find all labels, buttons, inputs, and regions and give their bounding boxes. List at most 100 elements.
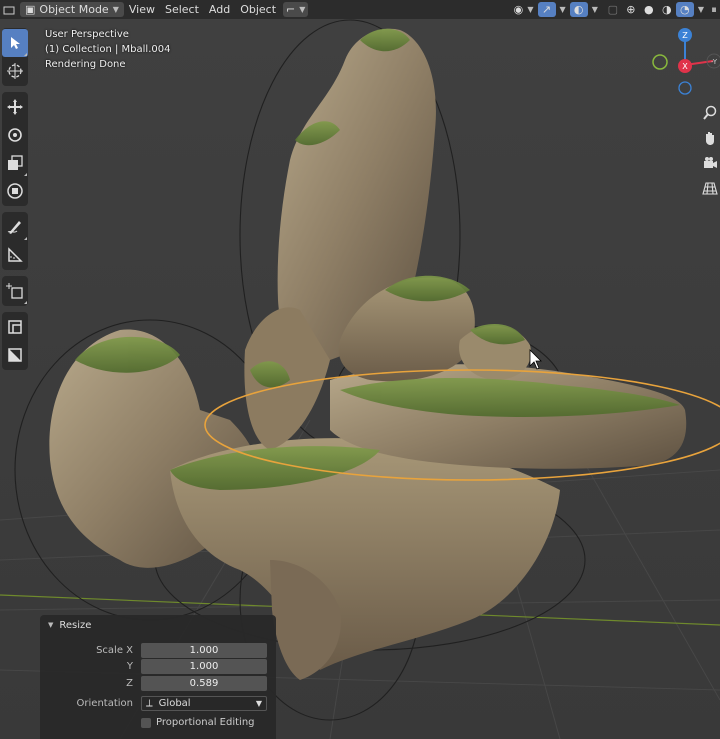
orientation-select[interactable]: ⟂ Global ▼ [141, 696, 267, 711]
menu-view[interactable]: View [124, 2, 160, 17]
orientation-label: Orientation [76, 698, 133, 709]
menu-select[interactable]: Select [160, 2, 204, 17]
chevron-down-icon: ▼ [112, 5, 119, 14]
proportional-editing-row: Proportional Editing [141, 715, 255, 730]
solid-shading-icon[interactable]: ● [640, 2, 658, 17]
inset-tool[interactable] [2, 341, 28, 369]
perspective-toggle-button[interactable] [700, 175, 720, 200]
zoom-icon [703, 105, 717, 120]
add-cube-tool[interactable] [2, 277, 28, 305]
scale-z-field[interactable]: 0.589 [141, 676, 267, 691]
tool-group-annotate [2, 212, 28, 270]
extrude-icon [8, 320, 22, 334]
navigation-gizmo[interactable]: Z X -Y [645, 25, 720, 100]
tool-group-add [2, 276, 28, 306]
proportional-editing-label: Proportional Editing [156, 717, 255, 728]
sidebar-toggle-icon[interactable]: ⏸ [708, 2, 720, 17]
x-axis-label: X [682, 62, 688, 71]
active-collection-text: (1) Collection | Mball.004 [45, 44, 171, 55]
tool-shelf [0, 28, 30, 376]
panel-title: Resize [59, 619, 92, 631]
camera-icon [704, 156, 717, 168]
tool-group-transform [2, 92, 28, 206]
tool-group-select [2, 28, 28, 86]
xray-toggle-icon[interactable]: ▢ [604, 2, 622, 17]
scale-y-row: Y 1.000 [40, 659, 267, 674]
navigation-tools [700, 100, 720, 200]
material-shading-icon[interactable]: ◑ [658, 2, 676, 17]
scale-z-row: Z 0.589 [40, 676, 267, 691]
cursor-icon [7, 63, 23, 79]
gizmo-toggle-icon[interactable]: ↗ [537, 2, 556, 17]
measure-tool[interactable] [2, 241, 28, 269]
move-tool[interactable] [2, 93, 28, 121]
grid-icon [702, 181, 718, 195]
chevron-down-icon: ▼ [299, 5, 306, 14]
scale-x-row: Scale X 1.000 [40, 643, 267, 658]
y-axis-label: -Y [711, 58, 718, 66]
orientation-value: Global [158, 698, 191, 709]
tool-group-edit [2, 312, 28, 370]
scale-x-field[interactable]: 1.000 [141, 643, 267, 658]
transform-icon [7, 183, 23, 199]
wireframe-shading-icon[interactable]: ⊕ [622, 2, 640, 17]
panel-header[interactable]: ▼ Resize [40, 615, 276, 635]
chevron-down-icon: ▼ [255, 699, 262, 708]
tool-options-corner [24, 53, 27, 56]
render-status-text: Rendering Done [45, 59, 126, 70]
rotate-tool[interactable] [2, 121, 28, 149]
pan-button[interactable] [700, 125, 720, 150]
chevron-down-icon[interactable]: ▼ [560, 5, 566, 14]
menu-object[interactable]: Object [235, 2, 281, 17]
snap-icon: ⌐ [286, 3, 296, 16]
annotate-icon [7, 221, 21, 234]
proportional-editing-checkbox[interactable] [141, 717, 151, 728]
annotate-tool[interactable] [2, 213, 28, 241]
camera-view-button[interactable] [700, 150, 720, 175]
collapse-triangle-icon[interactable]: ▼ [48, 621, 53, 629]
move-icon [7, 99, 23, 115]
transform-pivot-dropdown[interactable]: ⌐ ▼ [283, 2, 309, 17]
cursor-tool[interactable] [2, 57, 28, 85]
add-cube-icon [6, 283, 23, 299]
mode-label: Object Mode [39, 3, 109, 16]
chevron-down-icon[interactable]: ▼ [527, 5, 533, 14]
z-axis-label: Z [682, 31, 688, 40]
overlays-icon[interactable]: ◐ [569, 2, 588, 17]
extrude-tool[interactable] [2, 313, 28, 341]
orientation-row: Orientation ⟂ Global ▼ [40, 696, 267, 711]
inset-icon [8, 348, 22, 362]
select-box-icon [11, 37, 20, 49]
neg-y-axis-handle [652, 54, 668, 70]
tool-options-corner [24, 237, 27, 240]
select-box-tool[interactable] [2, 29, 28, 57]
measure-icon [8, 247, 23, 262]
chevron-down-icon[interactable]: ▼ [592, 5, 598, 14]
scale-y-field[interactable]: 1.000 [141, 659, 267, 674]
viewport-info: User Perspective (1) Collection | Mball.… [45, 27, 170, 72]
visibility-eye-icon[interactable]: ◉ [509, 2, 527, 17]
object-mode-icon: ▣ [25, 3, 36, 16]
transform-tool[interactable] [2, 177, 28, 205]
resize-operator-panel: ▼ Resize Scale X 1.000 Y 1.000 Z 0.589 O… [40, 615, 276, 739]
zoom-button[interactable] [700, 100, 720, 125]
tool-options-corner [24, 301, 27, 304]
editor-type-icon[interactable] [0, 2, 18, 17]
global-axes-icon: ⟂ [146, 698, 153, 709]
rotate-icon [8, 128, 22, 142]
scale-icon [8, 155, 23, 170]
axis-gizmo: Z X -Y [652, 28, 720, 95]
scale-y-label: Y [126, 661, 133, 672]
tool-options-corner [24, 173, 27, 176]
menu-add[interactable]: Add [204, 2, 235, 17]
hand-icon [706, 131, 714, 145]
viewport-header: ▣ Object Mode ▼ View Select Add Object ⌐… [0, 0, 720, 19]
scale-x-label: Scale X [96, 645, 133, 656]
rendered-shading-icon[interactable]: ◔ [675, 2, 694, 17]
view-perspective-text: User Perspective [45, 29, 129, 40]
neg-z-axis-handle [678, 81, 692, 95]
mode-dropdown[interactable]: ▣ Object Mode ▼ [20, 2, 124, 17]
scale-tool[interactable] [2, 149, 28, 177]
chevron-down-icon[interactable]: ▼ [698, 5, 704, 14]
scale-z-label: Z [126, 678, 133, 689]
